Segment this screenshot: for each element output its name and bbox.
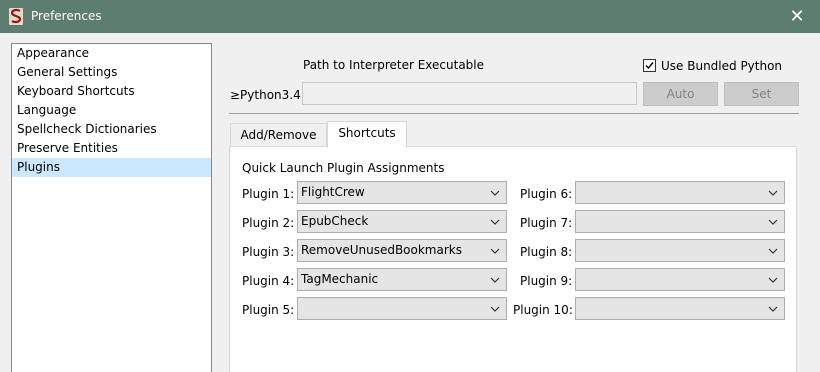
plugin-9-combo[interactable] bbox=[575, 268, 785, 291]
plugin-1-label: Plugin 1: bbox=[242, 187, 295, 201]
tab-add-remove[interactable]: Add/Remove bbox=[230, 123, 327, 147]
python-version-label: ≥Python3.4: bbox=[230, 88, 305, 102]
plugin-8-combo[interactable] bbox=[575, 239, 785, 262]
chevron-down-icon bbox=[490, 306, 500, 312]
chevron-down-icon bbox=[490, 190, 500, 196]
window-title: Preferences bbox=[31, 9, 102, 23]
chevron-down-icon bbox=[490, 277, 500, 283]
chevron-down-icon bbox=[768, 219, 778, 225]
plugin-8-label: Plugin 8: bbox=[520, 245, 573, 259]
plugin-6-label: Plugin 6: bbox=[520, 187, 573, 201]
category-item-general-settings[interactable]: General Settings bbox=[12, 63, 211, 82]
chevron-down-icon bbox=[768, 248, 778, 254]
plugin-3-label: Plugin 3: bbox=[242, 245, 295, 259]
interpreter-path-input[interactable] bbox=[302, 82, 637, 105]
auto-button[interactable]: Auto bbox=[643, 82, 718, 106]
plugin-7-label: Plugin 7: bbox=[520, 216, 573, 230]
plugin-2-combo[interactable]: EpubCheck bbox=[297, 210, 507, 233]
plugin-3-combo[interactable]: RemoveUnusedBookmarks bbox=[297, 239, 507, 262]
category-item-spellcheck-dictionaries[interactable]: Spellcheck Dictionaries bbox=[12, 120, 211, 139]
plugin-9-label: Plugin 9: bbox=[520, 274, 573, 288]
plugin-3-value: RemoveUnusedBookmarks bbox=[301, 243, 462, 257]
plugin-1-combo[interactable]: FlightCrew bbox=[297, 181, 507, 204]
plugin-4-label: Plugin 4: bbox=[242, 274, 295, 288]
checkmark-icon bbox=[645, 62, 654, 70]
category-list[interactable]: Appearance General Settings Keyboard Sho… bbox=[11, 43, 212, 372]
plugin-2-value: EpubCheck bbox=[301, 214, 369, 228]
quick-launch-title: Quick Launch Plugin Assignments bbox=[242, 161, 445, 175]
plugin-5-combo[interactable] bbox=[297, 297, 507, 320]
plugin-10-combo[interactable] bbox=[575, 297, 785, 320]
chevron-down-icon bbox=[490, 248, 500, 254]
sigil-app-icon bbox=[9, 8, 23, 25]
category-item-plugins[interactable]: Plugins bbox=[12, 158, 211, 177]
chevron-down-icon bbox=[490, 219, 500, 225]
plugin-6-combo[interactable] bbox=[575, 181, 785, 204]
plugin-1-value: FlightCrew bbox=[301, 185, 365, 199]
interpreter-path-label: Path to Interpreter Executable bbox=[303, 58, 485, 72]
section-divider bbox=[229, 113, 799, 114]
plugin-10-label: Plugin 10: bbox=[513, 303, 573, 317]
preferences-window: Preferences ✕ Appearance General Setting… bbox=[0, 0, 820, 372]
chevron-down-icon bbox=[768, 306, 778, 312]
chevron-down-icon bbox=[768, 277, 778, 283]
set-button[interactable]: Set bbox=[724, 82, 799, 106]
shortcuts-panel: Quick Launch Plugin Assignments Plugin 1… bbox=[229, 146, 797, 372]
category-item-language[interactable]: Language bbox=[12, 101, 211, 120]
plugin-4-combo[interactable]: TagMechanic bbox=[297, 268, 507, 291]
close-icon[interactable]: ✕ bbox=[774, 0, 820, 33]
plugin-7-combo[interactable] bbox=[575, 210, 785, 233]
tab-shortcuts[interactable]: Shortcuts bbox=[327, 121, 407, 148]
title-bar: Preferences ✕ bbox=[0, 0, 820, 33]
category-item-appearance[interactable]: Appearance bbox=[12, 44, 211, 63]
use-bundled-python-checkbox-row[interactable]: Use Bundled Python bbox=[643, 58, 782, 73]
plugin-5-label: Plugin 5: bbox=[242, 303, 295, 317]
category-item-preserve-entities[interactable]: Preserve Entities bbox=[12, 139, 211, 158]
category-item-keyboard-shortcuts[interactable]: Keyboard Shortcuts bbox=[12, 82, 211, 101]
chevron-down-icon bbox=[768, 190, 778, 196]
use-bundled-python-checkbox[interactable] bbox=[643, 59, 656, 72]
plugin-2-label: Plugin 2: bbox=[242, 216, 295, 230]
use-bundled-python-label: Use Bundled Python bbox=[661, 58, 783, 73]
plugin-4-value: TagMechanic bbox=[301, 272, 379, 286]
